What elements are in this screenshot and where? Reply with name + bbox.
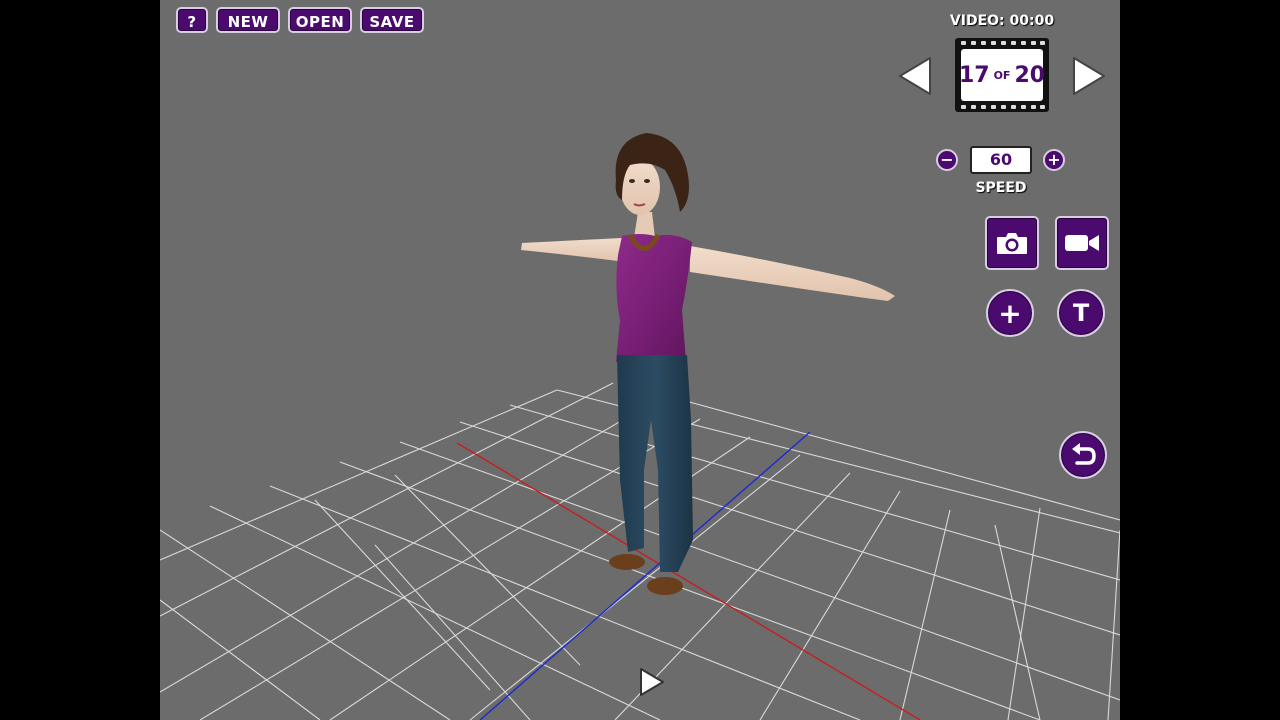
current-frame: 17	[958, 62, 990, 88]
frame-counter: 17 OF 20	[955, 38, 1049, 112]
speed-decrease-button[interactable]: −	[936, 149, 958, 171]
total-frames: 20	[1014, 62, 1046, 88]
undo-button[interactable]	[1059, 431, 1107, 479]
new-button[interactable]: NEW	[216, 7, 280, 33]
add-text-button[interactable]: T	[1057, 289, 1105, 337]
video-camera-icon	[1065, 235, 1099, 251]
frame-display: 17 OF 20	[958, 49, 1046, 101]
speed-increase-button[interactable]: +	[1043, 149, 1065, 171]
speed-value[interactable]: 60	[970, 146, 1032, 174]
next-frame-icon[interactable]	[1068, 54, 1110, 98]
character-model[interactable]	[521, 133, 895, 595]
save-button[interactable]: SAVE	[360, 7, 424, 33]
frame-of-label: OF	[993, 68, 1011, 82]
video-time-label: VIDEO: 00:00	[949, 13, 1055, 29]
play-icon[interactable]	[637, 666, 667, 698]
camera-icon	[997, 233, 1027, 254]
add-object-button[interactable]: +	[986, 289, 1034, 337]
speed-label: SPEED	[975, 180, 1027, 196]
snapshot-button[interactable]	[985, 216, 1039, 270]
prev-frame-icon[interactable]	[894, 54, 936, 98]
app-window: ? NEW OPEN SAVE VIDEO: 00:00 17 OF 20 − …	[160, 0, 1120, 720]
help-button[interactable]: ?	[176, 7, 208, 33]
undo-icon	[1072, 443, 1096, 465]
film-holes-top	[955, 39, 1049, 47]
film-holes-bottom	[955, 103, 1049, 111]
record-video-button[interactable]	[1055, 216, 1109, 270]
open-button[interactable]: OPEN	[288, 7, 352, 33]
